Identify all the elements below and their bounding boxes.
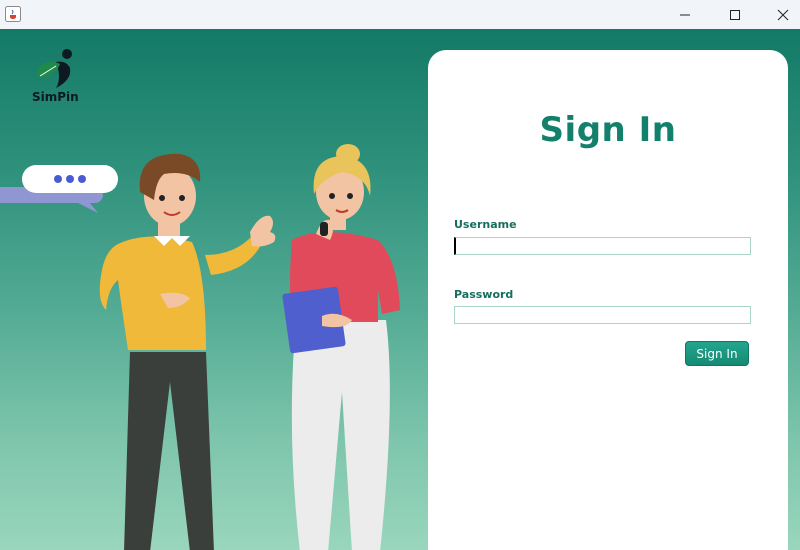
maximize-icon [730,9,740,20]
man-figure [99,153,276,550]
minimize-icon [680,14,690,15]
woman-figure [282,144,400,550]
minimize-button[interactable] [662,0,708,29]
username-label: Username [454,218,517,231]
people-illustration [0,144,400,550]
password-field[interactable] [454,306,751,324]
window-titlebar [0,0,800,29]
speech-bubble-icon [0,165,118,213]
logo-text: SimPin [32,90,79,104]
sign-in-button[interactable]: Sign In [685,341,749,366]
java-cup-icon [5,6,21,22]
password-label: Password [454,288,514,301]
signin-card: Sign In Username Password Sign In [428,50,788,550]
maximize-button[interactable] [712,0,758,29]
page-title: Sign In [539,110,677,150]
close-icon [777,9,789,20]
username-field[interactable] [454,237,751,255]
close-button[interactable] [760,0,800,29]
